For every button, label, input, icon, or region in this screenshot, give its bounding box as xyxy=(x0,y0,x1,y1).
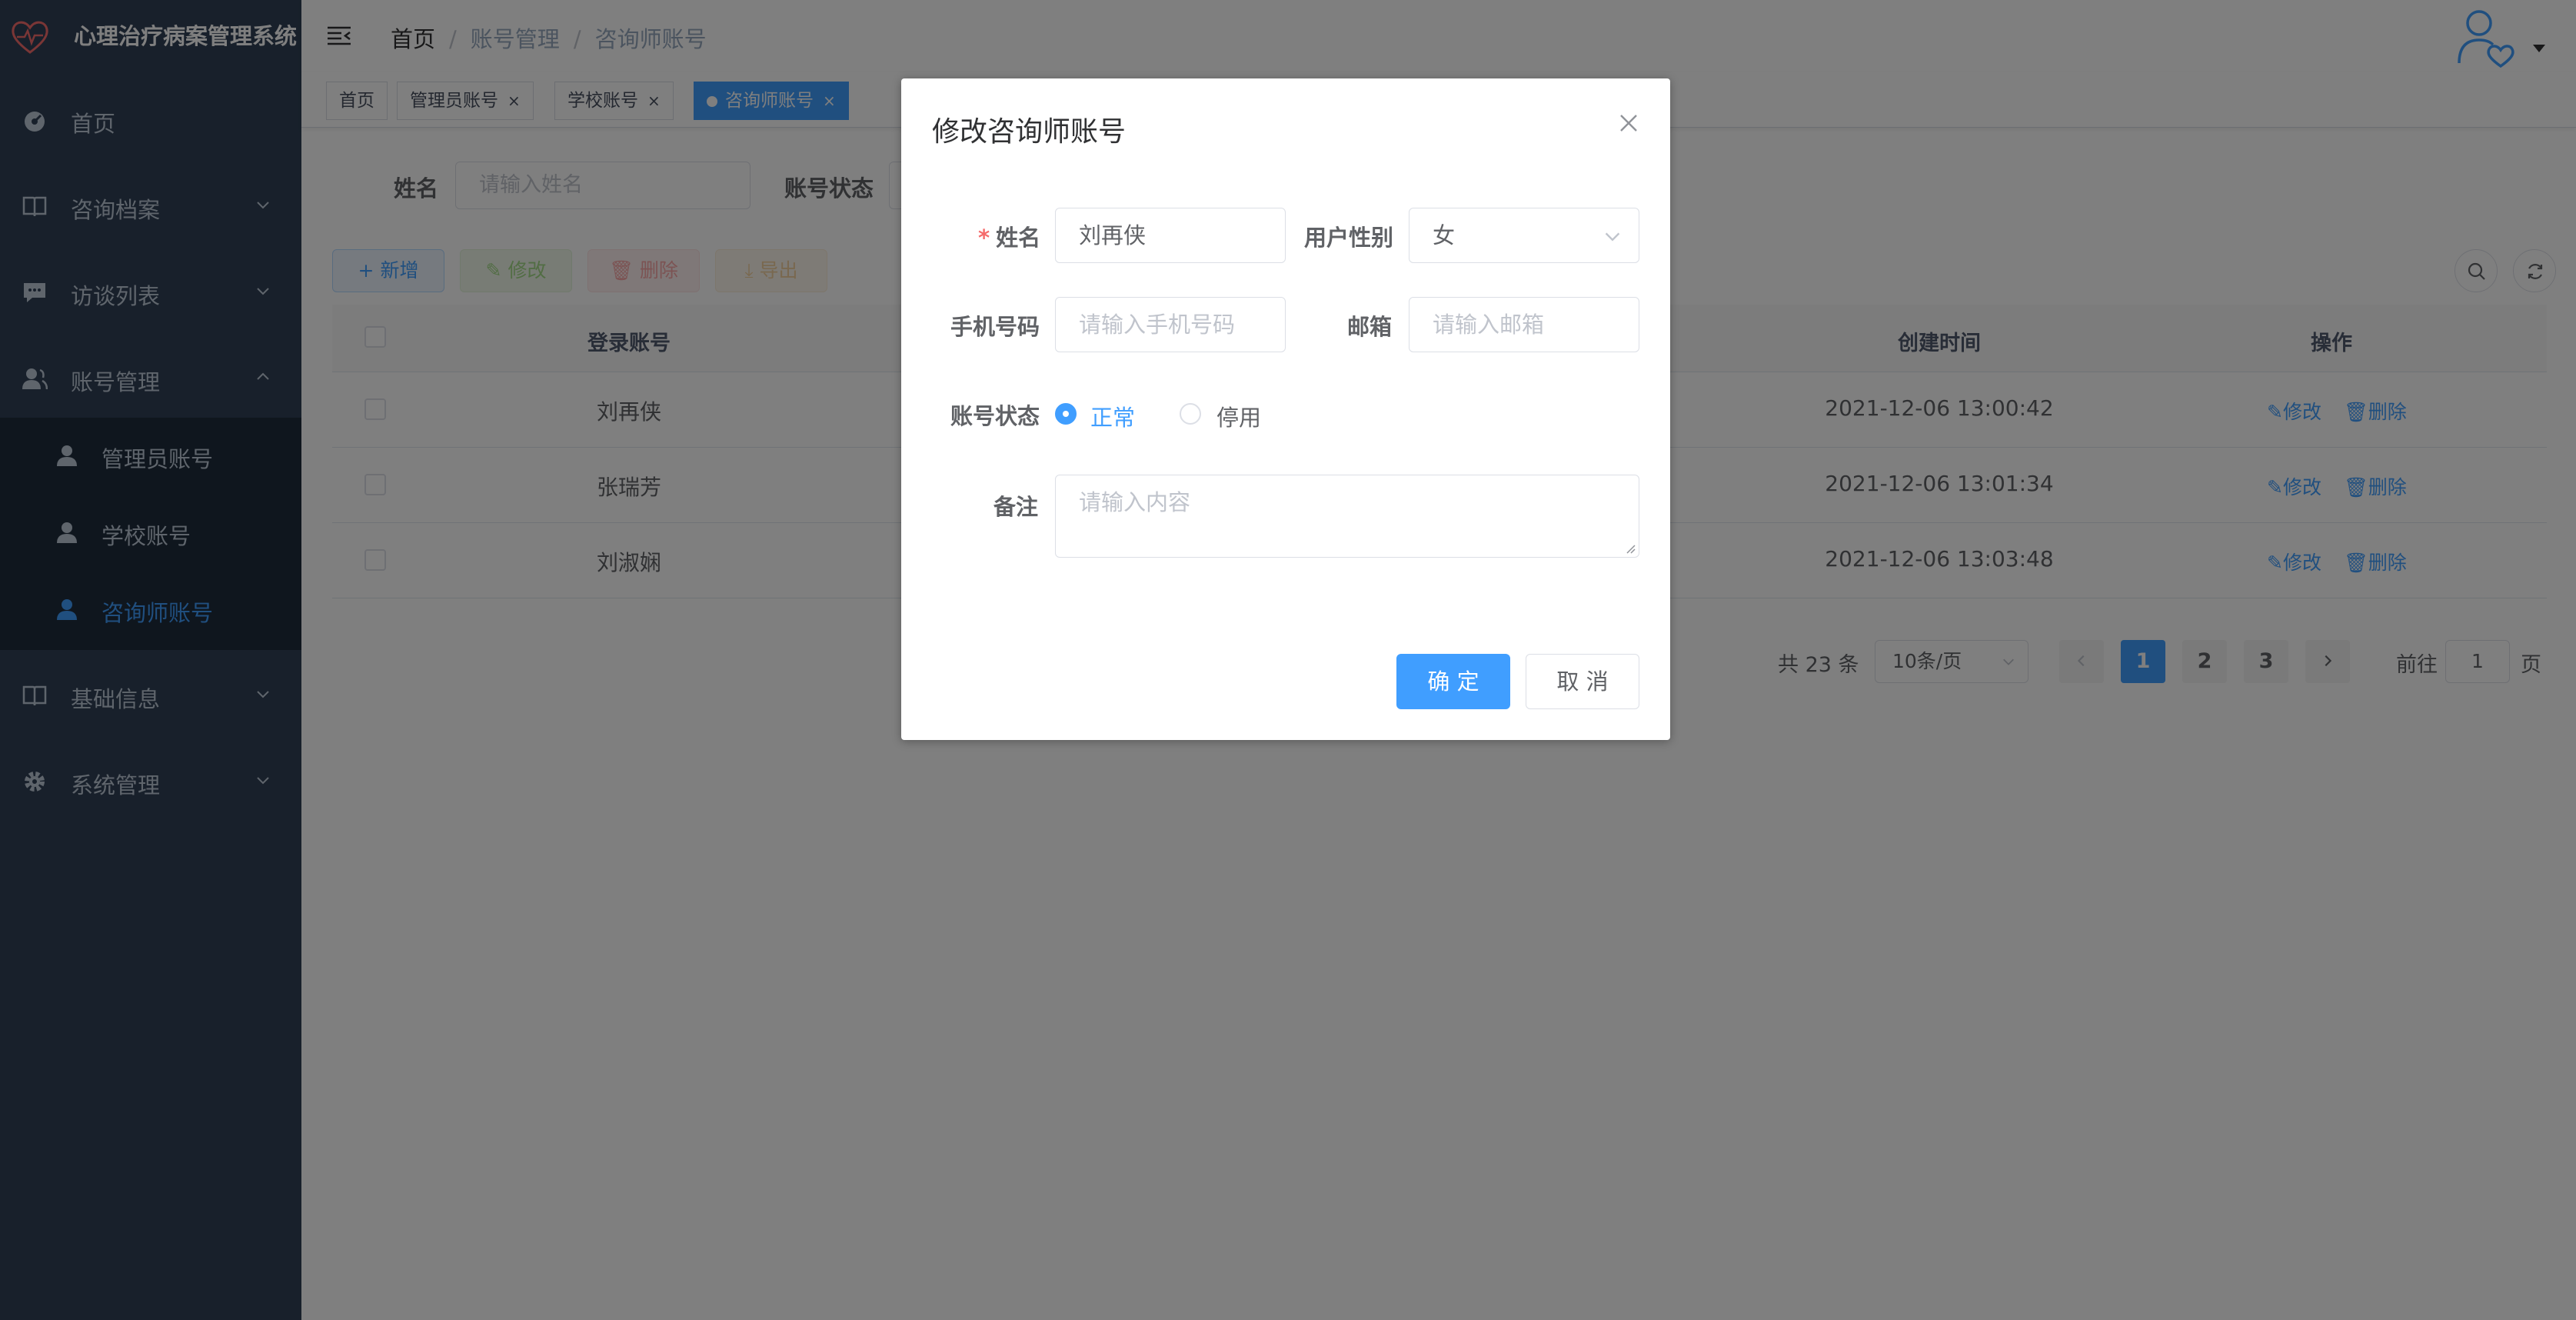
required-mark: * xyxy=(978,225,990,251)
status-radio-normal[interactable] xyxy=(1055,403,1077,425)
chevron-down-icon xyxy=(1605,232,1620,242)
remark-placeholder: 请输入内容 xyxy=(1079,489,1191,515)
remark-textarea[interactable]: 请输入内容 xyxy=(1055,475,1639,558)
status-label: 账号状态 xyxy=(950,403,1040,429)
name-label-text: 姓名 xyxy=(996,225,1041,251)
email-label: 邮箱 xyxy=(1347,314,1393,340)
status-option-normal[interactable]: 正常 xyxy=(1090,400,1135,432)
remark-label: 备注 xyxy=(993,494,1039,520)
gender-value: 女 xyxy=(1433,222,1456,248)
cancel-button[interactable]: 取 消 xyxy=(1526,654,1639,709)
edit-counselor-dialog: 修改咨询师账号 * 姓名 刘再侠 用户性别 女 手机号码 请输入手机号码 邮箱 请… xyxy=(901,78,1670,740)
gender-select[interactable]: 女 xyxy=(1409,208,1639,263)
gender-label: 用户性别 xyxy=(1304,225,1394,251)
name-input[interactable]: 刘再侠 xyxy=(1055,208,1286,263)
phone-label: 手机号码 xyxy=(950,314,1040,340)
dialog-title: 修改咨询师账号 xyxy=(932,116,1127,148)
close-icon[interactable] xyxy=(1616,111,1641,135)
status-option-disabled[interactable]: 停用 xyxy=(1216,400,1261,432)
name-label: * 姓名 xyxy=(978,220,1040,252)
status-radio-disabled[interactable] xyxy=(1180,403,1201,425)
phone-input[interactable]: 请输入手机号码 xyxy=(1055,297,1286,352)
resize-grip-icon[interactable] xyxy=(1625,543,1636,554)
confirm-button[interactable]: 确 定 xyxy=(1396,654,1510,709)
email-input[interactable]: 请输入邮箱 xyxy=(1409,297,1639,352)
